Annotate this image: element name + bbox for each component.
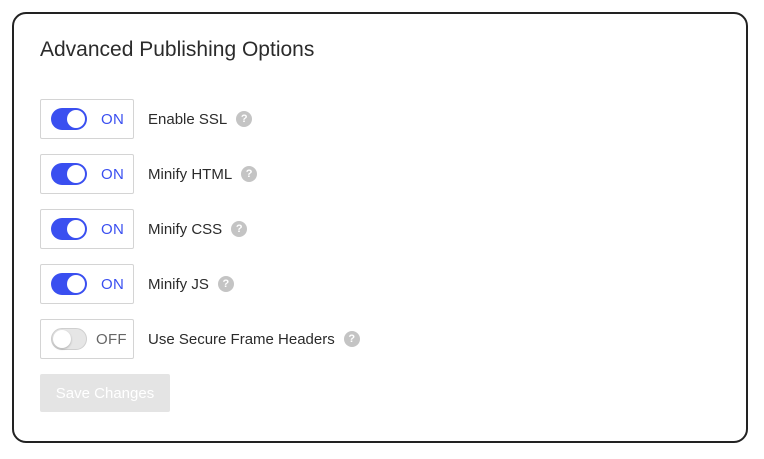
minify-css-toggle[interactable]: ON (40, 209, 134, 249)
enable-ssl-toggle[interactable]: ON (40, 99, 134, 139)
toggle-switch (51, 273, 87, 295)
help-icon[interactable]: ? (241, 166, 258, 182)
option-label: Minify HTML (148, 165, 233, 183)
minify-js-toggle[interactable]: ON (40, 264, 134, 304)
toggle-switch (51, 163, 87, 185)
option-label: Minify CSS (148, 220, 223, 238)
option-row-enable-ssl: ON Enable SSL ? (40, 99, 253, 139)
toggle-knob (67, 275, 85, 293)
option-label: Use Secure Frame Headers (148, 330, 335, 348)
option-row-minify-css: ON Minify CSS ? (40, 209, 248, 249)
option-row-minify-html: ON Minify HTML ? (40, 154, 258, 194)
toggle-knob (67, 220, 85, 238)
toggle-switch (51, 218, 87, 240)
option-label: Minify JS (148, 275, 209, 293)
option-label: Enable SSL (148, 110, 228, 128)
toggle-state-label: ON (101, 275, 125, 293)
toggle-state-label: OFF (96, 330, 127, 348)
panel-title: Advanced Publishing Options (40, 38, 315, 61)
toggle-knob (53, 330, 71, 348)
save-changes-button[interactable]: Save Changes (40, 374, 170, 412)
option-row-minify-js: ON Minify JS ? (40, 264, 234, 304)
toggle-knob (67, 165, 85, 183)
minify-html-toggle[interactable]: ON (40, 154, 134, 194)
toggle-switch (51, 328, 87, 350)
toggle-switch (51, 108, 87, 130)
toggle-state-label: ON (101, 110, 125, 128)
option-row-secure-frame-headers: OFF Use Secure Frame Headers ? (40, 319, 360, 359)
toggle-state-label: ON (101, 220, 125, 238)
help-icon[interactable]: ? (236, 111, 253, 127)
help-icon[interactable]: ? (217, 276, 234, 292)
help-icon[interactable]: ? (231, 221, 248, 237)
toggle-state-label: ON (101, 165, 125, 183)
toggle-knob (67, 110, 85, 128)
advanced-publishing-panel: Advanced Publishing Options ON Enable SS… (12, 12, 748, 443)
secure-frame-headers-toggle[interactable]: OFF (40, 319, 134, 359)
help-icon[interactable]: ? (343, 331, 360, 347)
